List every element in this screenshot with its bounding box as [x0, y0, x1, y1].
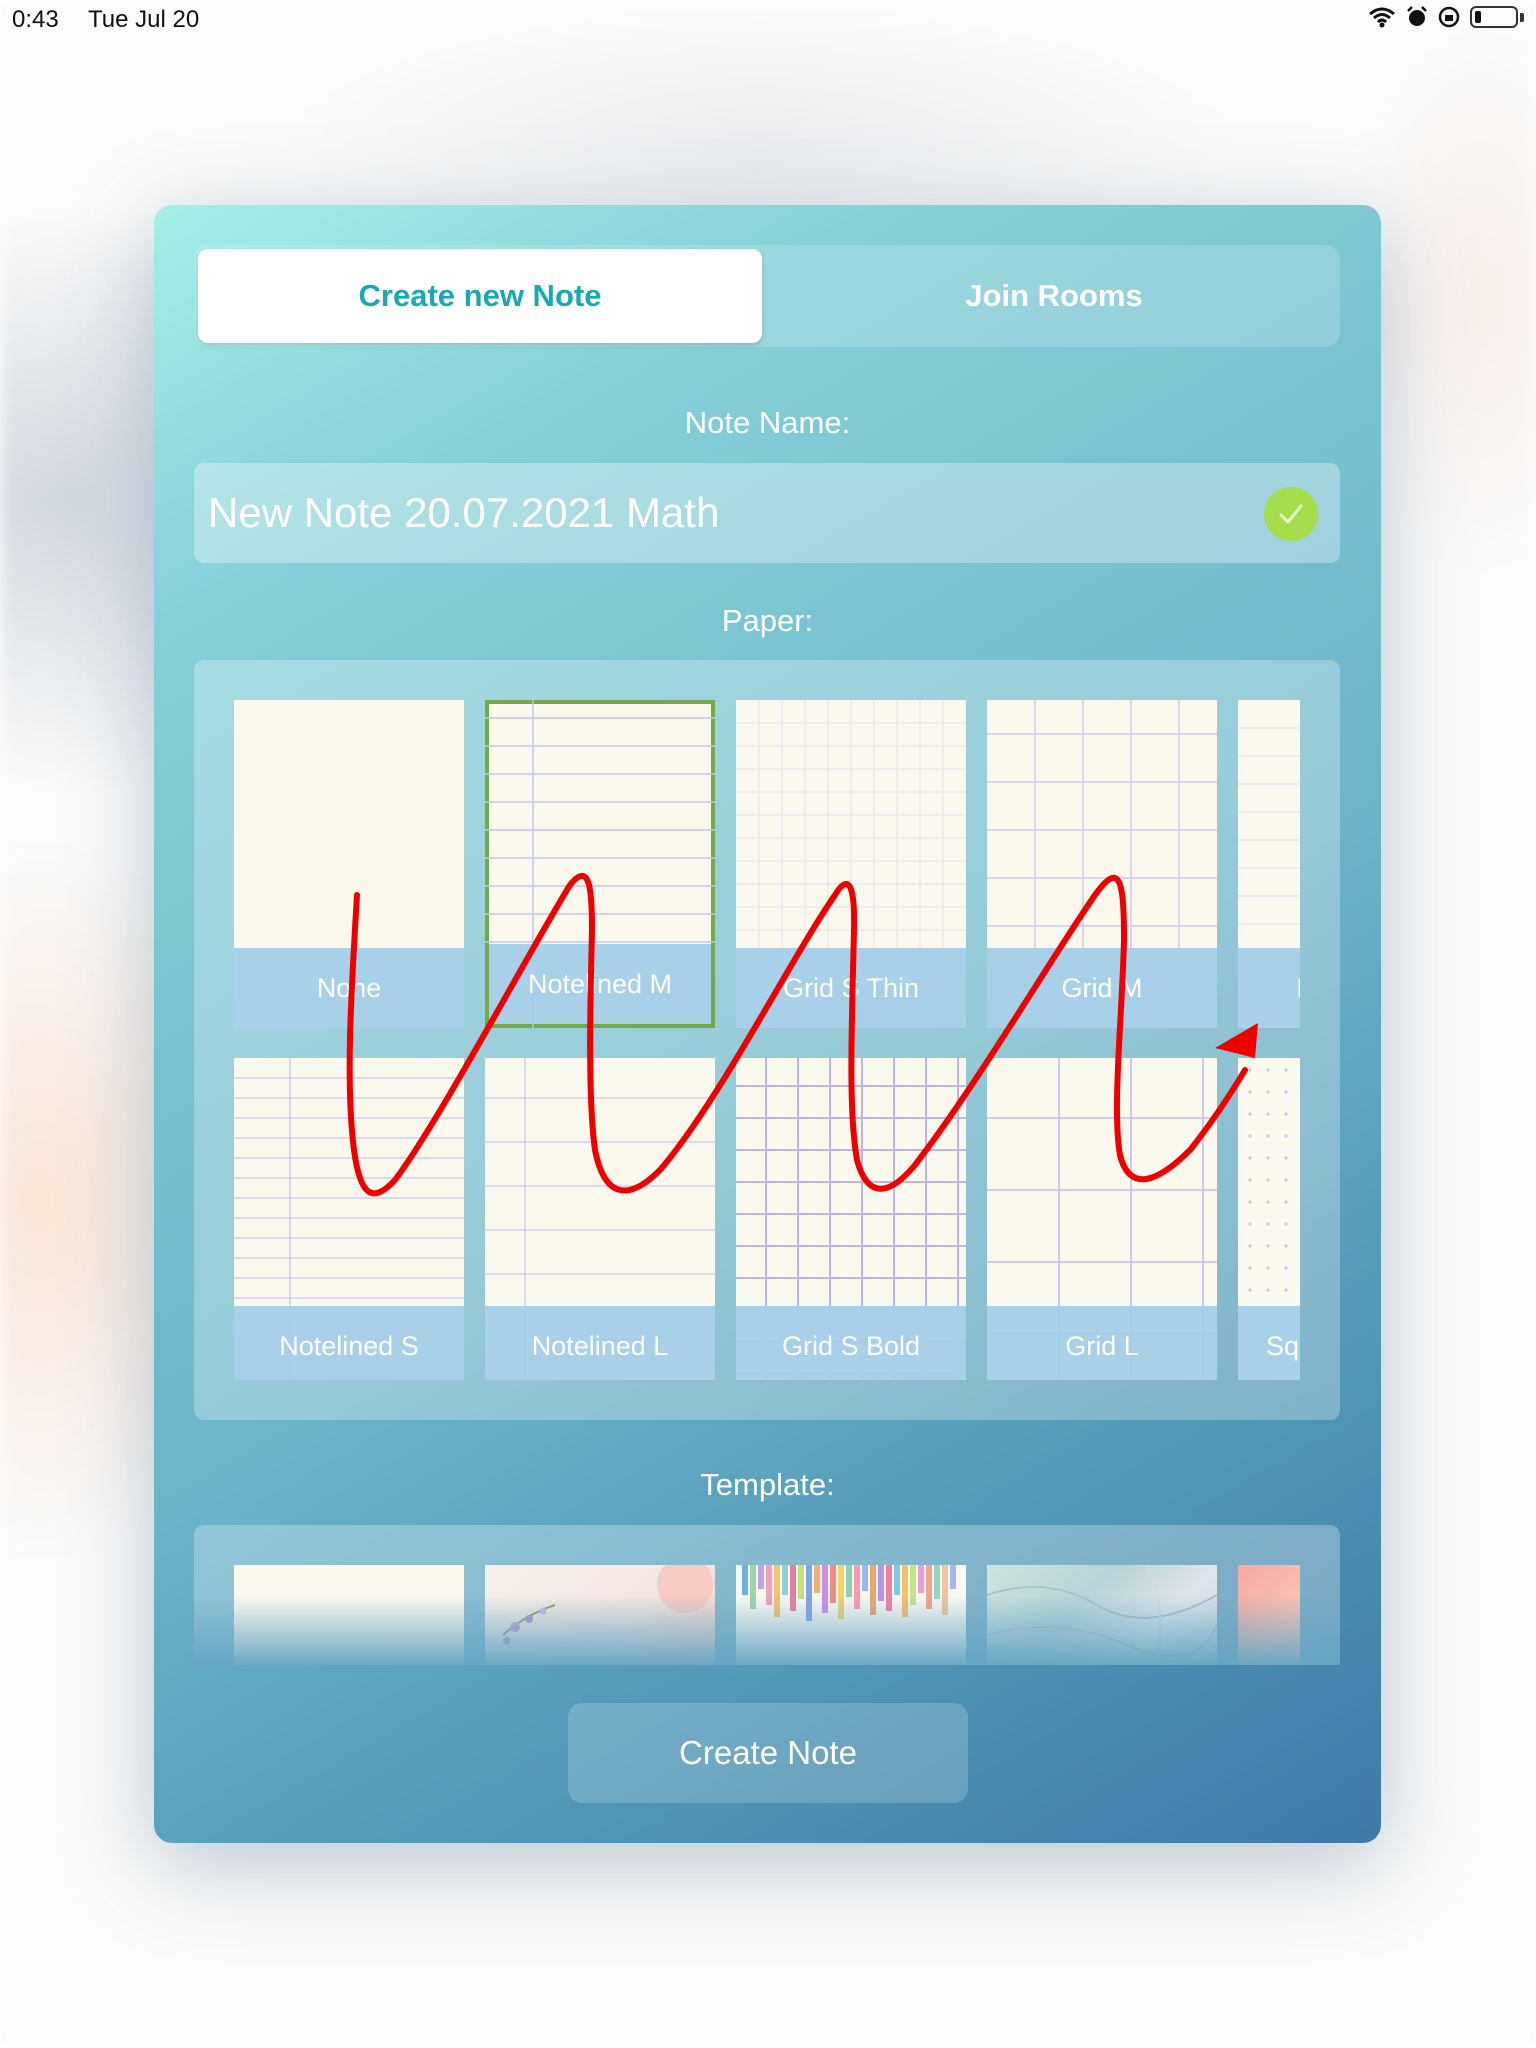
paper-tile-none[interactable]: None [234, 700, 464, 1028]
paper-tile-notelined-s[interactable]: Notelined S [234, 1058, 464, 1380]
rotation-lock-icon [1438, 6, 1460, 28]
paper-tile-label: Grid L [987, 1306, 1217, 1380]
paper-tile-label: Grid S Thin [736, 948, 966, 1028]
paper-tile-label: I [1238, 948, 1300, 1028]
paper-tile-grid-s-bold[interactable]: Grid S Bold [736, 1058, 966, 1380]
checkmark-glyph [1279, 504, 1303, 524]
paper-tile-square-dots[interactable]: Sq [1238, 1058, 1300, 1380]
note-name-field [194, 463, 1340, 563]
battery-cap [1520, 12, 1524, 22]
tab-create-new-note[interactable]: Create new Note [198, 249, 762, 343]
new-note-dialog: Create new Note Join Rooms Note Name: Pa… [154, 205, 1381, 1843]
status-bar: 0:43 Tue Jul 20 [0, 0, 1536, 40]
template-label: Template: [700, 1467, 835, 1502]
paper-label: Paper: [721, 603, 814, 638]
template-fade [194, 1595, 1340, 1665]
paper-tile-grid-m[interactable]: Grid M [987, 700, 1217, 1028]
template-picker [194, 1525, 1340, 1665]
paper-tile-label: Notelined M [489, 944, 711, 1024]
paper-tile-label: Notelined S [234, 1306, 464, 1380]
create-note-button[interactable]: Create Note [568, 1703, 968, 1803]
paper-picker: None Notelined M Grid S Thin Grid M I No… [194, 660, 1340, 1420]
status-time: 0:43 [12, 6, 59, 33]
paper-tile-label: Sq [1238, 1306, 1300, 1380]
tab-join-rooms[interactable]: Join Rooms [772, 249, 1336, 343]
paper-tile-label: Notelined L [485, 1306, 715, 1380]
paper-tile-notelined-m[interactable]: Notelined M [485, 700, 715, 1028]
note-name-input[interactable] [208, 463, 1208, 563]
check-icon [1264, 487, 1318, 541]
paper-grid: None Notelined M Grid S Thin Grid M I No… [234, 700, 1300, 1380]
wifi-icon [1369, 7, 1395, 28]
paper-tile-grid-l[interactable]: Grid L [987, 1058, 1217, 1380]
paper-tile-label: Grid S Bold [736, 1306, 966, 1380]
battery-icon [1470, 6, 1518, 28]
tab-switcher: Create new Note Join Rooms [194, 245, 1340, 347]
note-name-label: Note Name: [684, 405, 851, 440]
alarm-icon [1407, 6, 1427, 26]
paper-tile-grid-s-thin[interactable]: Grid S Thin [736, 700, 966, 1028]
status-icons [1368, 6, 1524, 28]
paper-tile-notelined-l[interactable]: Notelined L [485, 1058, 715, 1380]
paper-tile-label: Grid M [987, 948, 1217, 1028]
status-date: Tue Jul 20 [88, 6, 200, 33]
paper-tile-label: None [234, 948, 464, 1028]
paper-tile-partial[interactable]: I [1238, 700, 1300, 1028]
